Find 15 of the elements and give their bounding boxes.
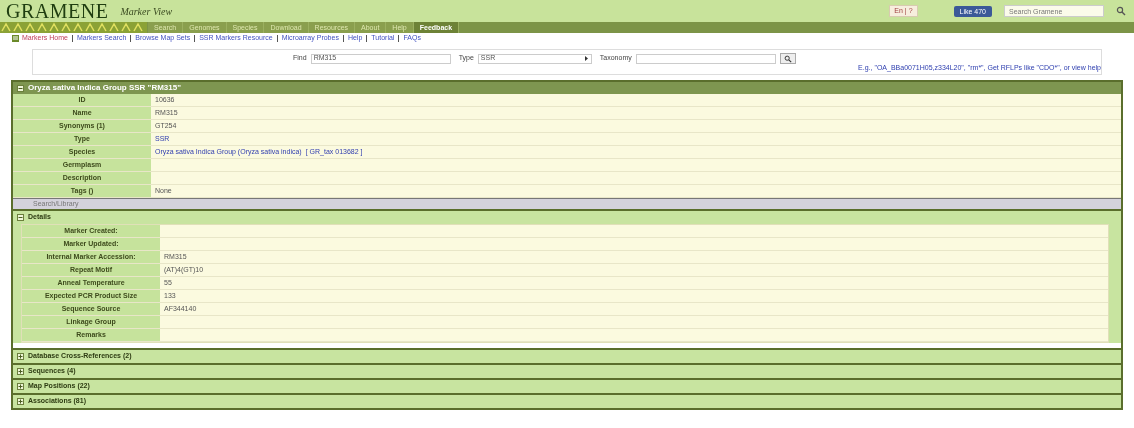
expand-icon[interactable]	[17, 368, 24, 375]
expand-icon[interactable]	[17, 398, 24, 405]
panel-title: Oryza sativa Indica Group SSR "RM315"	[28, 82, 181, 94]
dropdown-icon	[583, 56, 589, 61]
search-button[interactable]	[779, 53, 796, 64]
collapse-icon[interactable]	[17, 84, 24, 92]
expand-icon[interactable]	[17, 383, 24, 390]
menu-icon	[12, 35, 19, 42]
taxonomy-field[interactable]	[635, 53, 776, 64]
search-icon[interactable]	[1116, 6, 1126, 16]
site-logo[interactable]: GRAMENE	[6, 1, 109, 21]
collapse-icon[interactable]	[17, 214, 24, 221]
page-subtitle: Marker View	[120, 4, 173, 19]
search-icon	[783, 54, 792, 63]
expand-icon[interactable]	[17, 353, 24, 360]
